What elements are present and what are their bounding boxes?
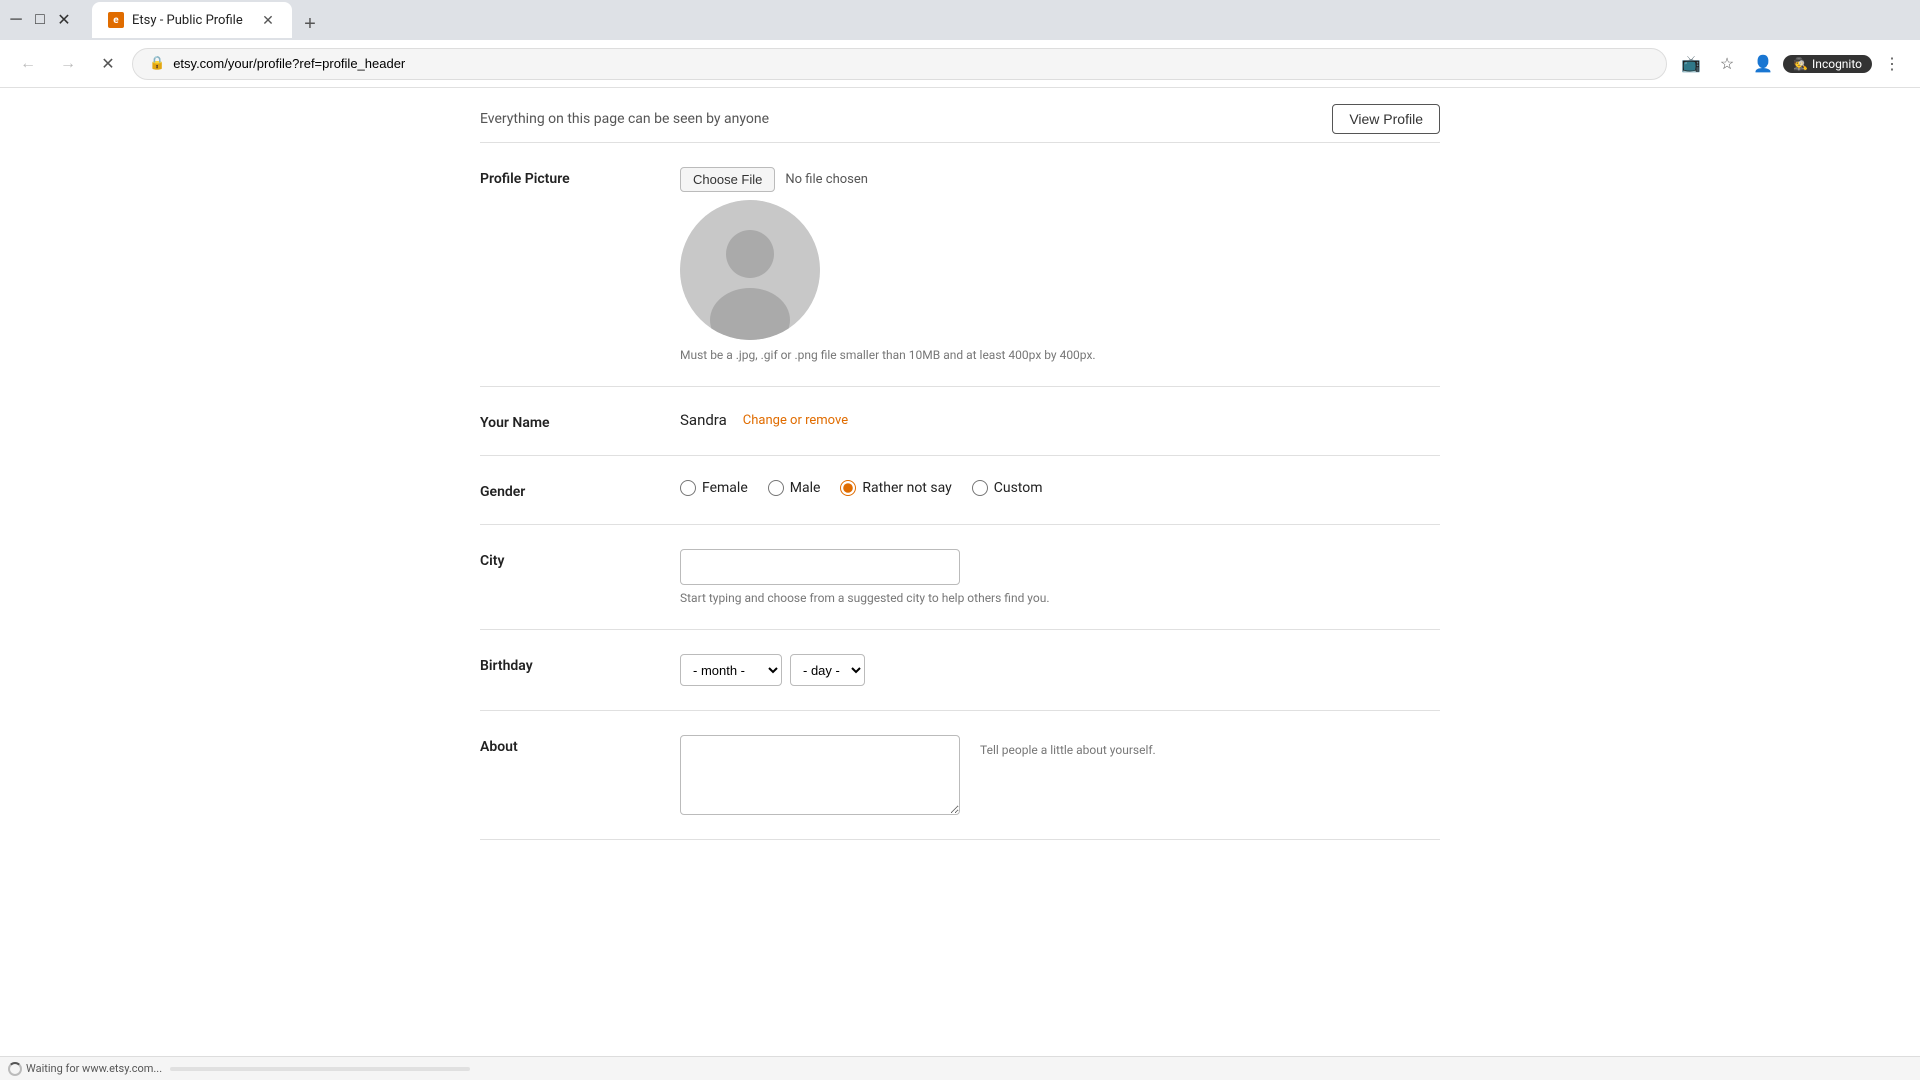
about-hint: Tell people a little about yourself. xyxy=(980,735,1156,757)
avatar-image xyxy=(680,200,820,340)
address-bar[interactable]: 🔒 xyxy=(132,48,1667,80)
page-inner: Everything on this page can be seen by a… xyxy=(460,88,1460,880)
about-row: Tell people a little about yourself. xyxy=(680,735,1440,815)
gender-male-label: Male xyxy=(790,480,821,496)
close-button[interactable]: ✕ xyxy=(56,12,72,28)
gender-female-label: Female xyxy=(702,480,748,496)
birthday-label: Birthday xyxy=(480,654,640,686)
your-name-section: Your Name Sandra Change or remove xyxy=(480,387,1440,456)
gender-rather-not-say-label: Rather not say xyxy=(862,480,951,496)
cast-icon[interactable]: 📺 xyxy=(1675,48,1707,80)
menu-button[interactable]: ⋮ xyxy=(1876,48,1908,80)
gender-rather-not-say-radio[interactable] xyxy=(840,480,856,496)
url-input[interactable] xyxy=(173,56,1650,71)
forward-button[interactable]: → xyxy=(52,48,84,80)
tab-title: Etsy - Public Profile xyxy=(132,13,243,28)
file-hint: Must be a .jpg, .gif or .png file smalle… xyxy=(680,348,1440,362)
about-textarea[interactable] xyxy=(680,735,960,815)
navigation-bar: ← → ✕ 🔒 📺 ☆ 👤 🕵 Incognito ⋮ xyxy=(0,40,1920,88)
no-file-text: No file chosen xyxy=(785,172,868,187)
security-icon: 🔒 xyxy=(149,56,165,71)
city-section: City Start typing and choose from a sugg… xyxy=(480,525,1440,630)
city-input[interactable] xyxy=(680,549,960,585)
status-bar: Waiting for www.etsy.com... xyxy=(0,1056,1920,1080)
name-row: Sandra Change or remove xyxy=(680,411,1440,429)
birthday-content: - month - January February March April M… xyxy=(680,654,1440,686)
about-label: About xyxy=(480,735,640,815)
birthday-section: Birthday - month - January February Marc… xyxy=(480,630,1440,711)
your-name-label: Your Name xyxy=(480,411,640,431)
notice-bar: Everything on this page can be seen by a… xyxy=(480,88,1440,143)
tabs-bar: e Etsy - Public Profile ✕ + xyxy=(84,2,332,38)
profile-picture-label: Profile Picture xyxy=(480,167,640,362)
city-content: Start typing and choose from a suggested… xyxy=(680,549,1440,605)
window-controls: ─ □ ✕ xyxy=(8,12,72,28)
gender-female-radio[interactable] xyxy=(680,480,696,496)
about-section: About Tell people a little about yoursel… xyxy=(480,711,1440,840)
notice-text: Everything on this page can be seen by a… xyxy=(480,111,769,127)
active-tab[interactable]: e Etsy - Public Profile ✕ xyxy=(92,2,292,38)
nav-icons: 📺 ☆ 👤 🕵 Incognito ⋮ xyxy=(1675,48,1908,80)
gender-section: Gender Female Male Rather no xyxy=(480,456,1440,525)
about-content: Tell people a little about yourself. xyxy=(680,735,1440,815)
incognito-badge: 🕵 Incognito xyxy=(1783,55,1872,73)
gender-male-option[interactable]: Male xyxy=(768,480,821,496)
profile-picture-content: Choose File No file chosen Must be a .jp… xyxy=(680,167,1440,362)
gender-custom-label: Custom xyxy=(994,480,1043,496)
title-bar: ─ □ ✕ e Etsy - Public Profile ✕ + xyxy=(0,0,1920,40)
gender-label: Gender xyxy=(480,480,640,500)
browser-window: ─ □ ✕ e Etsy - Public Profile ✕ + ← → ✕ … xyxy=(0,0,1920,1080)
loading-spinner xyxy=(8,1062,22,1076)
gender-custom-radio[interactable] xyxy=(972,480,988,496)
change-name-link[interactable]: Change or remove xyxy=(743,413,848,428)
birthday-row: - month - January February March April M… xyxy=(680,654,1440,686)
file-upload-row: Choose File No file chosen xyxy=(680,167,1440,192)
gender-female-option[interactable]: Female xyxy=(680,480,748,496)
gender-custom-option[interactable]: Custom xyxy=(972,480,1043,496)
maximize-button[interactable]: □ xyxy=(32,12,48,28)
profile-picture-section: Profile Picture Choose File No file chos… xyxy=(480,143,1440,387)
loading-text: Waiting for www.etsy.com... xyxy=(26,1062,162,1075)
tab-favicon: e xyxy=(108,12,124,28)
new-tab-button[interactable]: + xyxy=(296,10,324,38)
your-name-content: Sandra Change or remove xyxy=(680,411,1440,431)
profile-icon[interactable]: 👤 xyxy=(1747,48,1779,80)
incognito-label: Incognito xyxy=(1812,57,1862,71)
incognito-icon: 🕵 xyxy=(1793,57,1808,71)
back-button[interactable]: ← xyxy=(12,48,44,80)
avatar-container xyxy=(680,200,820,340)
view-profile-button[interactable]: View Profile xyxy=(1332,104,1440,134)
page-content: Everything on this page can be seen by a… xyxy=(0,88,1920,1056)
gender-rather-not-say-option[interactable]: Rather not say xyxy=(840,480,951,496)
city-hint: Start typing and choose from a suggested… xyxy=(680,591,1440,605)
tab-close-button[interactable]: ✕ xyxy=(260,12,276,28)
birthday-day-select[interactable]: - day - 123 456 789 101112 131415 161718… xyxy=(790,654,865,686)
choose-file-button[interactable]: Choose File xyxy=(680,167,775,192)
status-progress-bar xyxy=(170,1067,470,1071)
reload-button[interactable]: ✕ xyxy=(92,48,124,80)
birthday-month-select[interactable]: - month - January February March April M… xyxy=(680,654,782,686)
minimize-button[interactable]: ─ xyxy=(8,12,24,28)
gender-options: Female Male Rather not say Custom xyxy=(680,480,1440,496)
name-value: Sandra xyxy=(680,411,727,429)
bookmark-icon[interactable]: ☆ xyxy=(1711,48,1743,80)
city-label: City xyxy=(480,549,640,605)
gender-male-radio[interactable] xyxy=(768,480,784,496)
gender-content: Female Male Rather not say Custom xyxy=(680,480,1440,500)
